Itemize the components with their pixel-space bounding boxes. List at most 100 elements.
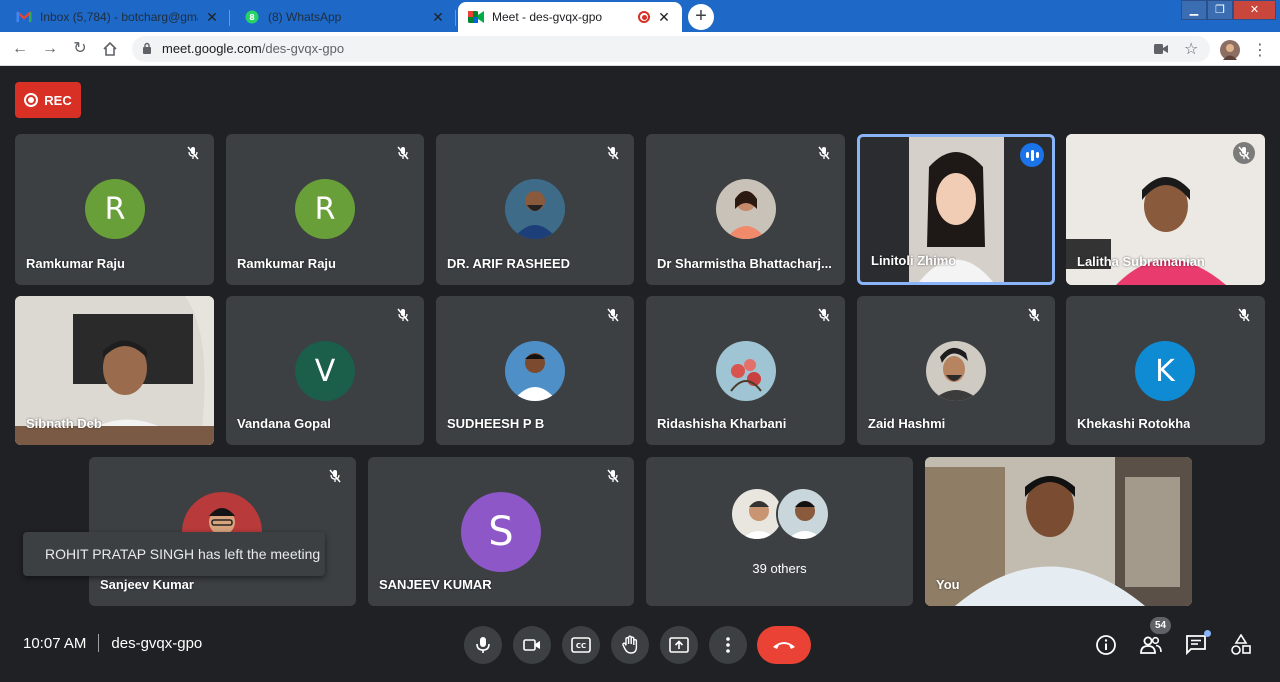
raise-hand-button[interactable] <box>611 626 649 664</box>
minimize-icon[interactable]: ▁ <box>1181 0 1207 20</box>
closed-captions-icon: CC <box>571 637 591 653</box>
self-name-label: You <box>936 577 960 592</box>
participant-name: Ridashisha Kharbani <box>657 416 787 431</box>
camera-in-use-icon[interactable] <box>1154 43 1168 55</box>
activities-icon <box>1231 634 1251 655</box>
divider <box>98 634 100 652</box>
url-field[interactable]: meet.google.com/des-gvqx-gpo ☆ <box>132 36 1210 62</box>
window-close-icon[interactable]: ✕ <box>1233 0 1276 20</box>
participant-count-badge: 54 <box>1150 617 1171 634</box>
tab-meet[interactable]: Meet - des-gvqx-gpo ✕ <box>458 2 682 32</box>
mic-muted-icon <box>1233 142 1255 164</box>
camera-button[interactable] <box>513 626 551 664</box>
self-tile[interactable]: You <box>925 457 1192 606</box>
svg-text:CC: CC <box>576 642 586 650</box>
camera-icon <box>523 639 540 651</box>
participant-photo <box>926 341 986 401</box>
gmail-icon <box>16 9 32 25</box>
reload-icon[interactable]: ↻ <box>68 38 92 60</box>
participant-name: Lalitha Subramanian <box>1077 254 1205 269</box>
more-options-button[interactable] <box>709 626 747 664</box>
chat-icon <box>1186 635 1206 656</box>
url-path: /des-gvqx-gpo <box>261 41 345 56</box>
close-tab-icon[interactable]: ✕ <box>430 9 446 26</box>
participant-name: Linitoli Zhimo <box>871 253 957 268</box>
close-tab-icon[interactable]: ✕ <box>204 9 220 26</box>
activities-button[interactable] <box>1228 632 1254 658</box>
participant-name: Khekashi Rotokha <box>1077 416 1191 431</box>
people-button[interactable] <box>1138 632 1164 658</box>
svg-text:8: 8 <box>249 13 255 22</box>
participant-photo <box>776 487 830 541</box>
participant-tile[interactable]: Dr Sharmistha Bhattacharj... <box>646 134 845 285</box>
back-arrow-icon[interactable]: ← <box>8 38 32 60</box>
home-icon[interactable] <box>98 38 122 60</box>
bookmark-star-icon[interactable]: ☆ <box>1184 39 1198 59</box>
tab-whatsapp[interactable]: 8 (8) WhatsApp ✕ <box>234 2 456 32</box>
browser-tab-strip: Inbox (5,784) - botcharg@gmail.c ✕ 8 (8)… <box>0 0 1280 32</box>
self-video <box>925 457 1192 606</box>
participant-tile[interactable]: Zaid Hashmi <box>857 296 1055 445</box>
participant-avatar: S <box>461 492 541 572</box>
microphone-icon <box>476 637 490 653</box>
mic-muted-icon <box>182 142 204 164</box>
clock-time: 10:07 AM <box>23 634 87 652</box>
tab-title: Meet - des-gvqx-gpo <box>492 10 603 24</box>
participant-tile[interactable]: DR. ARIF RASHEED <box>436 134 634 285</box>
chat-unread-dot <box>1204 630 1211 637</box>
hang-up-icon <box>773 642 795 649</box>
participant-tile[interactable]: SUDHEESH P B <box>436 296 634 445</box>
mic-muted-icon <box>1233 304 1255 326</box>
participant-photo <box>716 179 776 239</box>
microphone-button[interactable] <box>464 626 502 664</box>
meet-stage: REC R Ramkumar Raju R Ramkumar Raju DR. … <box>0 66 1280 682</box>
participant-tile[interactable]: V Vandana Gopal <box>226 296 424 445</box>
participant-name: Ramkumar Raju <box>26 256 125 271</box>
browser-menu-icon[interactable]: ⋮ <box>1252 40 1268 60</box>
participant-tile[interactable]: R Ramkumar Raju <box>226 134 424 285</box>
meeting-info-button[interactable] <box>1093 632 1119 658</box>
participant-name: Ramkumar Raju <box>237 256 336 271</box>
others-tile[interactable]: 39 others <box>646 457 913 606</box>
meeting-code: des-gvqx-gpo <box>111 634 203 652</box>
maximize-icon[interactable]: ❐ <box>1207 0 1233 20</box>
leave-call-button[interactable] <box>757 626 811 664</box>
participant-avatar: R <box>295 179 355 239</box>
participant-tile-speaking[interactable]: Linitoli Zhimo <box>857 134 1055 285</box>
participant-tile[interactable]: Sibnath Deb <box>15 296 214 445</box>
participant-tile[interactable]: K Khekashi Rotokha <box>1066 296 1265 445</box>
people-icon <box>1140 636 1162 654</box>
present-now-button[interactable] <box>660 626 698 664</box>
mic-muted-icon <box>602 142 624 164</box>
participant-name: Sanjeev Kumar <box>100 577 194 592</box>
mic-muted-icon <box>813 304 835 326</box>
participant-name: Zaid Hashmi <box>868 416 946 431</box>
speaking-indicator-icon <box>1020 143 1044 167</box>
mic-muted-icon <box>602 465 624 487</box>
hand-icon <box>622 635 638 654</box>
participant-tile[interactable]: S SANJEEV KUMAR <box>368 457 634 606</box>
participant-tile[interactable]: Lalitha Subramanian <box>1066 134 1265 285</box>
participant-tile[interactable]: R Ramkumar Raju <box>15 134 214 285</box>
meet-icon <box>468 9 484 25</box>
tab-title: Inbox (5,784) - botcharg@gmail.c <box>40 10 198 24</box>
participant-photo <box>716 341 776 401</box>
participant-tile[interactable]: Ridashisha Kharbani <box>646 296 845 445</box>
tab-gmail[interactable]: Inbox (5,784) - botcharg@gmail.c ✕ <box>6 2 230 32</box>
chat-button[interactable] <box>1183 630 1211 658</box>
rec-label: REC <box>44 92 72 108</box>
forward-arrow-icon[interactable]: → <box>38 38 62 60</box>
others-count-label: 39 others <box>752 561 807 576</box>
tab-title: (8) WhatsApp <box>268 10 342 24</box>
close-tab-icon[interactable]: ✕ <box>656 9 672 26</box>
recording-badge: REC <box>15 82 81 118</box>
profile-avatar[interactable] <box>1220 40 1240 60</box>
address-bar: ← → ↻ meet.google.com/des-gvqx-gpo ☆ ⋮ <box>0 32 1280 66</box>
new-tab-button[interactable]: + <box>688 4 714 30</box>
mic-muted-icon <box>1023 304 1045 326</box>
participant-photo <box>505 341 565 401</box>
record-icon <box>24 93 39 107</box>
participant-avatar: K <box>1135 341 1195 401</box>
captions-button[interactable]: CC <box>562 626 600 664</box>
participant-name: Sibnath Deb <box>26 416 102 431</box>
